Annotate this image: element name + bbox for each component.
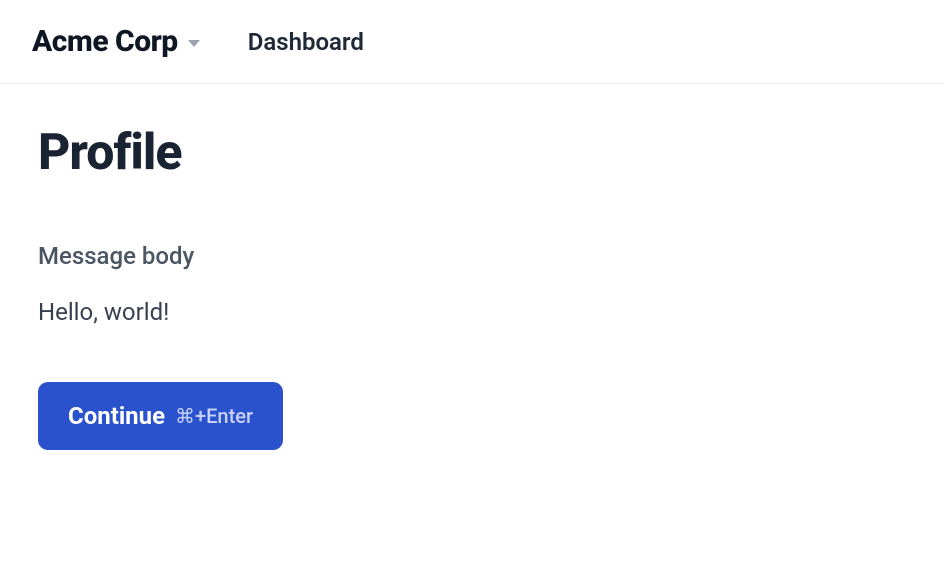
nav-dashboard[interactable]: Dashboard — [248, 28, 364, 56]
message-body-value: Hello, world! — [38, 298, 906, 326]
chevron-down-icon — [188, 40, 200, 47]
main-content: Profile Message body Hello, world! Conti… — [0, 84, 944, 490]
org-name: Acme Corp — [32, 24, 178, 59]
continue-button[interactable]: Continue ⌘+Enter — [38, 382, 283, 450]
continue-button-shortcut: ⌘+Enter — [175, 404, 253, 428]
continue-button-label: Continue — [68, 402, 165, 430]
app-header: Acme Corp Dashboard — [0, 0, 944, 84]
org-selector[interactable]: Acme Corp — [32, 24, 200, 59]
message-body-label: Message body — [38, 242, 906, 270]
page-title: Profile — [38, 124, 906, 182]
